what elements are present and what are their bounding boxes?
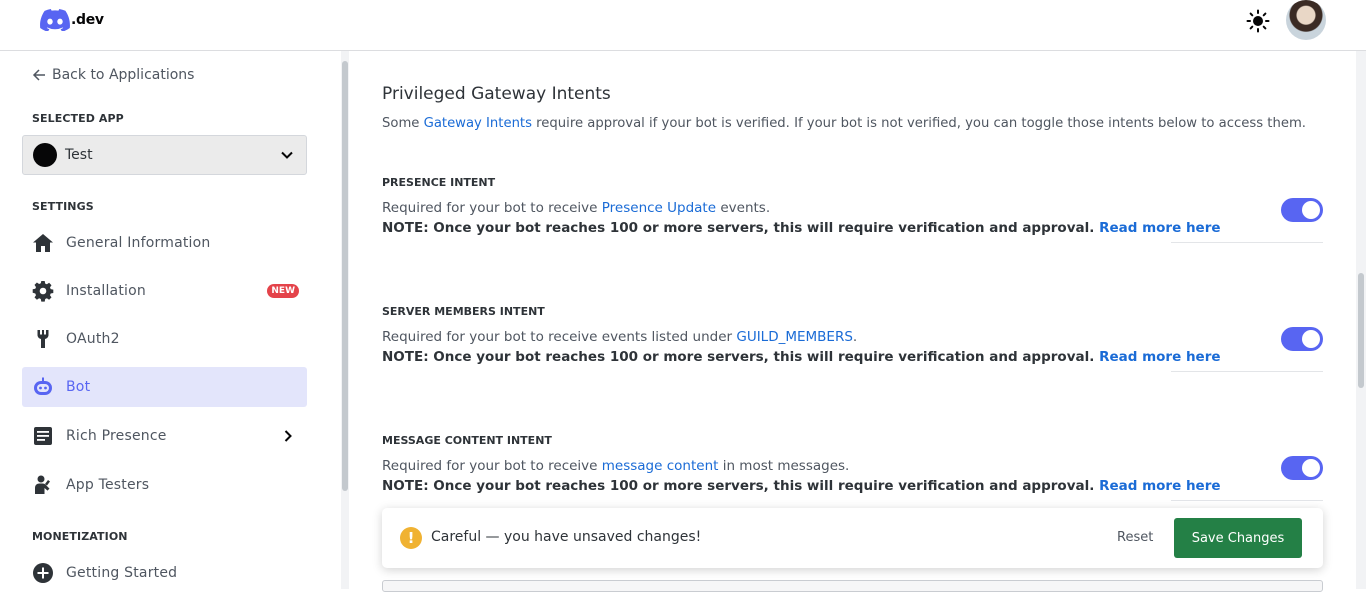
message-content-intent-toggle[interactable]: [1281, 456, 1323, 480]
app-selector-dropdown[interactable]: Test: [22, 135, 307, 175]
subtitle-text: require approval if your bot is verified…: [531, 116, 1306, 131]
server-members-intent-description: Required for your bot to receive events …: [382, 329, 857, 345]
read-more-link[interactable]: Read more here: [1099, 349, 1220, 365]
subtitle-text: Some: [382, 116, 424, 131]
wrench-icon: [32, 328, 54, 350]
sidebar-item-label: Getting Started: [66, 565, 178, 581]
warning-icon: !: [400, 527, 422, 549]
main-scrollbar[interactable]: [1356, 51, 1366, 589]
settings-heading: SETTINGS: [32, 200, 94, 213]
top-bar: .dev: [0, 0, 1366, 51]
chevron-down-icon: [281, 151, 293, 159]
sidebar-item-label: General Information: [66, 235, 211, 251]
desc-text: Required for your bot to receive: [382, 458, 602, 474]
server-members-intent-note: NOTE: Once your bot reaches 100 or more …: [382, 349, 1221, 365]
presence-intent-toggle[interactable]: [1281, 198, 1323, 222]
toggle-knob: [1302, 330, 1320, 348]
divider: [1171, 500, 1323, 501]
back-to-applications-link[interactable]: Back to Applications: [32, 67, 194, 83]
read-more-link[interactable]: Read more here: [1099, 220, 1220, 236]
note-text: NOTE: Once your bot reaches 100 or more …: [382, 220, 1100, 236]
back-label: Back to Applications: [52, 67, 195, 83]
server-members-intent-label: SERVER MEMBERS INTENT: [382, 305, 545, 318]
chevron-right-icon: [284, 430, 292, 442]
desc-text: Required for your bot to receive events …: [382, 329, 737, 345]
guild-members-link[interactable]: GUILD_MEMBERS: [736, 329, 853, 345]
user-avatar[interactable]: [1286, 0, 1326, 40]
presence-intent-description: Required for your bot to receive Presenc…: [382, 200, 770, 216]
sidebar-item-app-testers[interactable]: App Testers: [22, 465, 307, 505]
sidebar-item-bot[interactable]: Bot: [22, 367, 307, 407]
divider: [1171, 242, 1323, 243]
message-content-intent-description: Required for your bot to receive message…: [382, 458, 849, 474]
app-icon: [33, 143, 57, 167]
message-content-intent-note: NOTE: Once your bot reaches 100 or more …: [382, 478, 1221, 494]
discord-logo-icon: [40, 9, 70, 31]
sidebar-item-label: Bot: [66, 379, 91, 395]
sun-icon[interactable]: [1246, 9, 1270, 33]
main-scroll-thumb[interactable]: [1358, 273, 1364, 388]
desc-text: Required for your bot to receive: [382, 200, 602, 216]
sidebar-item-rich-presence[interactable]: Rich Presence: [22, 416, 307, 456]
bot-icon: [32, 376, 54, 398]
new-badge: NEW: [267, 284, 299, 298]
sidebar-scroll-thumb[interactable]: [342, 61, 348, 491]
desc-text: in most messages.: [718, 458, 850, 474]
gear-icon: [32, 280, 54, 302]
divider: [1171, 371, 1323, 372]
presence-update-link[interactable]: Presence Update: [602, 200, 716, 216]
message-content-link[interactable]: message content: [602, 458, 719, 474]
next-section-field: [382, 580, 1323, 592]
sidebar-item-oauth2[interactable]: OAuth2: [22, 319, 307, 359]
reset-button[interactable]: Reset: [1117, 530, 1153, 545]
server-members-intent-toggle[interactable]: [1281, 327, 1323, 351]
intents-subtitle: Some Gateway Intents require approval if…: [382, 116, 1306, 131]
sidebar-item-label: OAuth2: [66, 331, 120, 347]
logo-text: .dev: [71, 12, 104, 28]
presence-intent-label: PRESENCE INTENT: [382, 176, 496, 189]
document-icon: [32, 425, 54, 447]
presence-intent-note: NOTE: Once your bot reaches 100 or more …: [382, 220, 1221, 236]
gateway-intents-link[interactable]: Gateway Intents: [424, 116, 532, 131]
read-more-link[interactable]: Read more here: [1099, 478, 1220, 494]
toggle-knob: [1302, 201, 1320, 219]
note-text: NOTE: Once your bot reaches 100 or more …: [382, 478, 1100, 494]
save-changes-button[interactable]: Save Changes: [1174, 518, 1302, 558]
arrow-left-icon: [32, 69, 45, 81]
sidebar-item-installation[interactable]: Installation NEW: [22, 271, 307, 311]
sidebar-scrollbar[interactable]: [341, 51, 349, 589]
sidebar-item-getting-started[interactable]: Getting Started: [22, 553, 307, 593]
monetization-heading: MONETIZATION: [32, 530, 128, 543]
unsaved-changes-message: Careful — you have unsaved changes!: [431, 529, 702, 545]
person-icon: [32, 474, 54, 496]
plus-circle-icon: [32, 562, 54, 584]
selected-app-heading: SELECTED APP: [32, 112, 124, 125]
sidebar-item-label: App Testers: [66, 477, 150, 493]
discord-dev-logo[interactable]: .dev: [40, 9, 104, 31]
unsaved-changes-bar: ! Careful — you have unsaved changes! Re…: [382, 508, 1323, 568]
sidebar-item-general-information[interactable]: General Information: [22, 223, 307, 263]
home-icon: [32, 232, 54, 254]
message-content-intent-label: MESSAGE CONTENT INTENT: [382, 434, 552, 447]
app-name: Test: [65, 147, 93, 163]
sidebar-item-label: Rich Presence: [66, 428, 167, 444]
page-title: Privileged Gateway Intents: [382, 84, 611, 104]
toggle-knob: [1302, 459, 1320, 477]
sidebar-item-label: Installation: [66, 283, 146, 299]
note-text: NOTE: Once your bot reaches 100 or more …: [382, 349, 1100, 365]
desc-text: events.: [716, 200, 771, 216]
desc-text: .: [852, 329, 858, 345]
